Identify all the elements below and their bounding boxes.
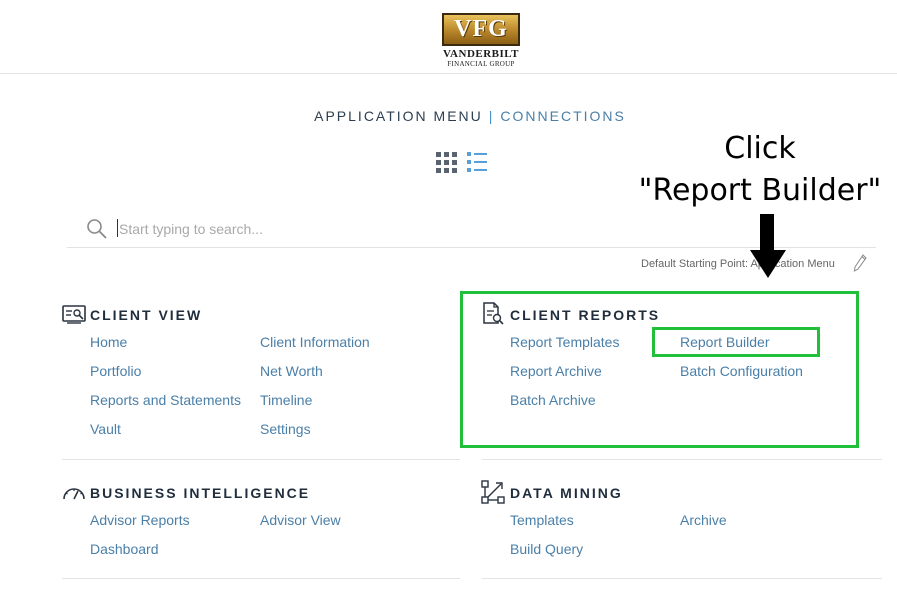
instruction-callout: Click "Report Builder" bbox=[620, 128, 897, 212]
build-query-link[interactable]: Build Query bbox=[510, 541, 583, 557]
grid-view-icon[interactable] bbox=[436, 152, 457, 173]
down-arrow-icon bbox=[750, 214, 786, 278]
section-divider bbox=[62, 459, 460, 460]
vault-link[interactable]: Vault bbox=[90, 421, 121, 437]
client-reports-highlight bbox=[460, 291, 859, 448]
search-icon bbox=[87, 219, 107, 239]
data-mining-title: DATA MINING bbox=[510, 485, 623, 501]
logo-subname: FINANCIAL GROUP bbox=[447, 60, 515, 68]
vfg-logo[interactable]: VFG VANDERBILT FINANCIAL GROUP bbox=[442, 13, 520, 69]
application-menu-label: APPLICATION MENU bbox=[314, 108, 483, 124]
pencil-icon[interactable] bbox=[853, 254, 867, 272]
client-information-link[interactable]: Client Information bbox=[260, 334, 370, 350]
client-card-icon bbox=[62, 305, 86, 324]
gauge-icon bbox=[63, 488, 85, 500]
instruction-line-1: Click bbox=[724, 131, 796, 166]
templates-link[interactable]: Templates bbox=[510, 512, 574, 528]
archive-link[interactable]: Archive bbox=[680, 512, 727, 528]
advisor-reports-link[interactable]: Advisor Reports bbox=[90, 512, 190, 528]
search-input[interactable] bbox=[117, 216, 841, 242]
menu-switch: APPLICATION MENU | CONNECTIONS bbox=[0, 108, 897, 124]
logo-mark: VFG bbox=[442, 13, 520, 46]
logo-name: VANDERBILT bbox=[443, 48, 519, 60]
report-builder-highlight bbox=[652, 327, 820, 357]
client-view-title: CLIENT VIEW bbox=[90, 307, 203, 323]
home-link[interactable]: Home bbox=[90, 334, 127, 350]
top-header: VFG VANDERBILT FINANCIAL GROUP bbox=[0, 0, 897, 74]
timeline-link[interactable]: Timeline bbox=[260, 392, 312, 408]
instruction-line-2: "Report Builder" bbox=[638, 173, 882, 208]
text-cursor bbox=[117, 219, 118, 237]
list-view-icon[interactable] bbox=[467, 152, 488, 173]
net-worth-link[interactable]: Net Worth bbox=[260, 363, 323, 379]
connections-link[interactable]: CONNECTIONS bbox=[500, 108, 625, 124]
data-mining-icon bbox=[481, 480, 505, 504]
portfolio-link[interactable]: Portfolio bbox=[90, 363, 141, 379]
business-intelligence-title: BUSINESS INTELLIGENCE bbox=[90, 485, 311, 501]
section-divider bbox=[62, 578, 460, 579]
default-starting-point: Default Starting Point: Application Menu bbox=[641, 258, 835, 270]
section-divider bbox=[482, 578, 882, 579]
section-divider bbox=[482, 459, 882, 460]
advisor-view-link[interactable]: Advisor View bbox=[260, 512, 341, 528]
menu-separator: | bbox=[488, 108, 495, 124]
dashboard-link[interactable]: Dashboard bbox=[90, 541, 159, 557]
settings-link[interactable]: Settings bbox=[260, 421, 311, 437]
reports-and-statements-link[interactable]: Reports and Statements bbox=[90, 392, 241, 408]
